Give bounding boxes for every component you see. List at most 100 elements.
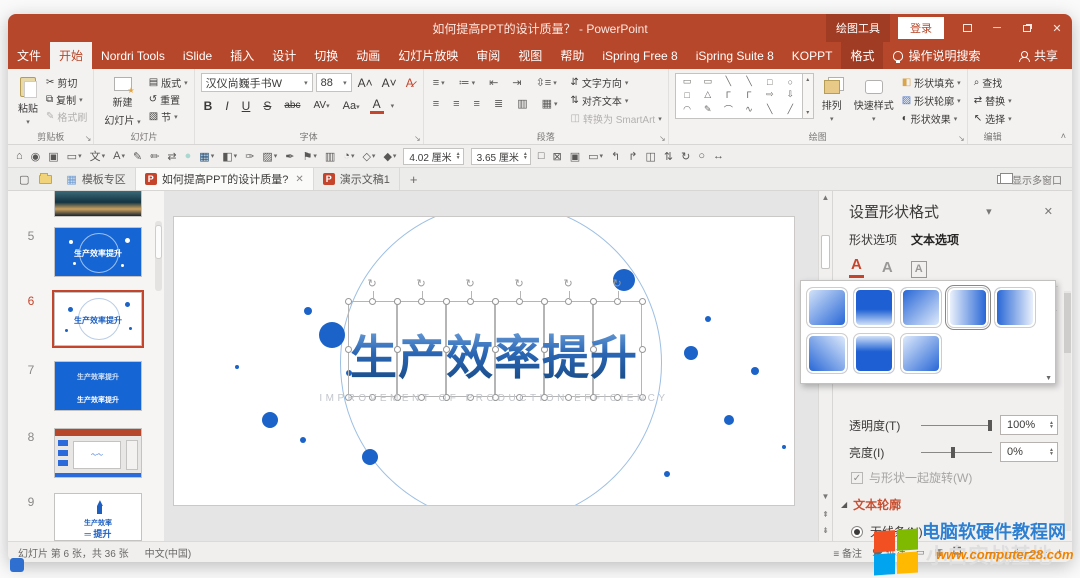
rotate-handle[interactable]: ↻: [466, 277, 475, 290]
thumbnail-slide-5[interactable]: 5 生产效率提升: [8, 227, 164, 277]
lock-icon[interactable]: ⌂: [16, 150, 23, 162]
shape-fill-button[interactable]: ◧ 形状填充 ▾: [902, 75, 961, 90]
pane-close-icon[interactable]: ✕: [1039, 205, 1058, 218]
shape-glyph-3[interactable]: ╲: [746, 76, 751, 87]
next-slide-button[interactable]: ⇟: [819, 526, 832, 535]
subscript-button[interactable]: abc: [281, 100, 303, 111]
slide-title-wordart[interactable]: 生产效率提升: [344, 319, 644, 388]
smartart-button[interactable]: ◫ 转换为 SmartArt ▾: [571, 111, 662, 126]
numbering-button[interactable]: ≔▾: [456, 75, 479, 90]
shapes-gallery[interactable]: ▭▭╲╲□○□△ΓΓ⇨⇩◠✎⌒∿╲╱: [675, 73, 803, 119]
thumbnail-slide-9[interactable]: 9 ▲ 生产效率 ═ 提升: [8, 493, 164, 541]
scroll-up-icon[interactable]: ▲: [819, 191, 832, 202]
shape-glyph-2[interactable]: ╲: [726, 76, 731, 87]
tab-current-document[interactable]: P 如何提高PPT的设计质量? ✕: [136, 168, 314, 190]
decrease-indent-button[interactable]: ⇤: [486, 75, 501, 90]
gradient-swatch-linear-left[interactable]: [994, 287, 1036, 328]
pane-menu-caret[interactable]: ▾: [981, 205, 997, 218]
shape-glyph-14[interactable]: ⌒: [724, 103, 733, 116]
gradient-swatch-linear-right[interactable]: [947, 287, 989, 328]
circle-icon[interactable]: ○: [698, 150, 705, 162]
change-case-button[interactable]: Aa▾: [340, 100, 363, 112]
increase-font-button[interactable]: A˄: [355, 76, 376, 90]
shape-effects-button[interactable]: ◐ 形状效果 ▾: [902, 111, 961, 126]
thumbnail-image-8[interactable]: 〜〜: [54, 428, 142, 478]
table-button[interactable]: ▦▾: [539, 96, 561, 111]
slide-editing-surface[interactable]: ↻↻↻↻↻↻ 生产效率提升 IMPROVEMENT OF PRODUCTION …: [174, 217, 794, 505]
cut-button[interactable]: ✂ 剪切: [46, 75, 87, 90]
drawing-dialog-launcher[interactable]: ↘: [958, 134, 965, 143]
bucket-icon[interactable]: ◧▾: [222, 150, 237, 163]
underline-button[interactable]: U: [239, 99, 254, 113]
ribbon-tab-7[interactable]: 动画: [347, 42, 389, 69]
thumbnail-image-7[interactable]: 生产效率提升 生产效率提升: [54, 361, 142, 411]
shape-width-stepper[interactable]: 3.65 厘米 ▲▼: [471, 148, 531, 165]
shape-glyph-8[interactable]: Γ: [726, 90, 731, 100]
new-tab-button[interactable]: +: [400, 168, 428, 190]
line-spacing-button[interactable]: ⇳≡▾: [533, 75, 560, 90]
pen-icon[interactable]: ✎: [133, 150, 142, 163]
new-document-icon[interactable]: ▢: [14, 168, 34, 190]
thumbnail-image-6[interactable]: 生产效率提升: [54, 292, 142, 346]
rotate-handle[interactable]: ↻: [613, 277, 622, 290]
notes-button[interactable]: ≡ 备注: [833, 545, 862, 560]
brightness-value-stepper[interactable]: 0% ▲▼: [1000, 442, 1058, 462]
textbox-icon[interactable]: ▭▾: [67, 150, 82, 163]
rotate-handle[interactable]: ↻: [564, 277, 573, 290]
ink-pen-icon[interactable]: ✑: [245, 150, 254, 163]
ribbon-tab-0[interactable]: 文件: [8, 42, 50, 69]
selection-handle[interactable]: [492, 298, 499, 305]
clock-icon[interactable]: ◔▾: [343, 150, 354, 162]
text-direction-button[interactable]: ⇵ 文字方向 ▾: [571, 75, 662, 90]
gradient-swatch-linear-diagonal-br[interactable]: [806, 287, 848, 328]
flip-icon[interactable]: ⇅: [664, 150, 673, 163]
tab-presentation1[interactable]: P 演示文稿1: [314, 168, 400, 190]
shape-glyph-15[interactable]: ∿: [745, 104, 753, 115]
gradient-swatch-linear-diagonal-bl[interactable]: [900, 287, 942, 328]
reset-button[interactable]: ↺ 重置: [149, 92, 188, 107]
selection-handle[interactable]: [541, 298, 548, 305]
text-outline-section-header[interactable]: ◢ 文本轮廓: [841, 496, 1058, 513]
textbox-options-icon[interactable]: A: [911, 261, 927, 278]
thumbnail-slide-6-selected[interactable]: 6 生产效率提升: [8, 292, 164, 346]
align-text-button[interactable]: ⇅ 对齐文本 ▾: [571, 93, 662, 108]
slide-subtitle-text[interactable]: IMPROVEMENT OF PRODUCTION EFFICIENCY: [294, 393, 694, 404]
show-windows-button[interactable]: 显示多窗口: [987, 168, 1072, 190]
empty-box-icon[interactable]: □: [538, 150, 545, 162]
group-icon[interactable]: ▣: [570, 150, 580, 163]
thumbnail-slide-8[interactable]: 8 〜〜: [8, 428, 164, 478]
gallery-scroll-down-icon[interactable]: ▼: [1045, 375, 1052, 382]
thumbnail-scrollbar[interactable]: [155, 221, 162, 291]
find-button[interactable]: ⌕ 查找: [974, 75, 1012, 90]
ribbon-tab-11[interactable]: 帮助: [551, 42, 593, 69]
draw-pen-icon[interactable]: ✒: [285, 150, 294, 163]
shape-glyph-5[interactable]: ○: [788, 77, 793, 87]
layout-button[interactable]: ▤ 版式 ▾: [149, 75, 188, 90]
paste-button[interactable]: 粘贴▾: [14, 73, 42, 130]
shape-glyph-4[interactable]: □: [767, 77, 772, 87]
animation-icon[interactable]: ◉: [31, 150, 41, 163]
rotate-right-icon[interactable]: ↱: [628, 150, 637, 163]
fill-color-icon[interactable]: ▦▾: [199, 150, 214, 163]
frame-icon[interactable]: ▭▾: [588, 150, 603, 163]
align-center-button[interactable]: ≡: [450, 97, 462, 111]
font-size-combobox[interactable]: 88▾: [316, 73, 352, 92]
language-indicator[interactable]: 中文(中国): [145, 545, 192, 560]
color-circle-icon[interactable]: ●: [185, 150, 192, 162]
shape-glyph-16[interactable]: ╲: [767, 104, 772, 115]
gradient-swatch-linear-down[interactable]: [853, 287, 895, 328]
arrange-button[interactable]: 排列▾: [818, 73, 846, 130]
close-tab-icon[interactable]: ✕: [295, 174, 303, 185]
collapse-ribbon-button[interactable]: ˄: [1061, 131, 1066, 141]
shape-glyph-9[interactable]: Γ: [747, 90, 752, 100]
italic-button[interactable]: I: [222, 99, 231, 113]
thumbnail-image-5[interactable]: 生产效率提升: [54, 227, 142, 277]
paragraph-dialog-launcher[interactable]: ↘: [659, 134, 666, 143]
quick-styles-button[interactable]: 快速样式▾: [850, 73, 898, 130]
ribbon-tab-15[interactable]: 格式: [841, 42, 883, 69]
thumbnail-slide-7[interactable]: 7 生产效率提升 生产效率提升: [8, 361, 164, 411]
selection-handle[interactable]: [345, 298, 352, 305]
ribbon-tab-10[interactable]: 视图: [509, 42, 551, 69]
switch-window-icon[interactable]: ▣: [48, 150, 58, 163]
decrease-font-button[interactable]: A˅: [379, 76, 400, 90]
